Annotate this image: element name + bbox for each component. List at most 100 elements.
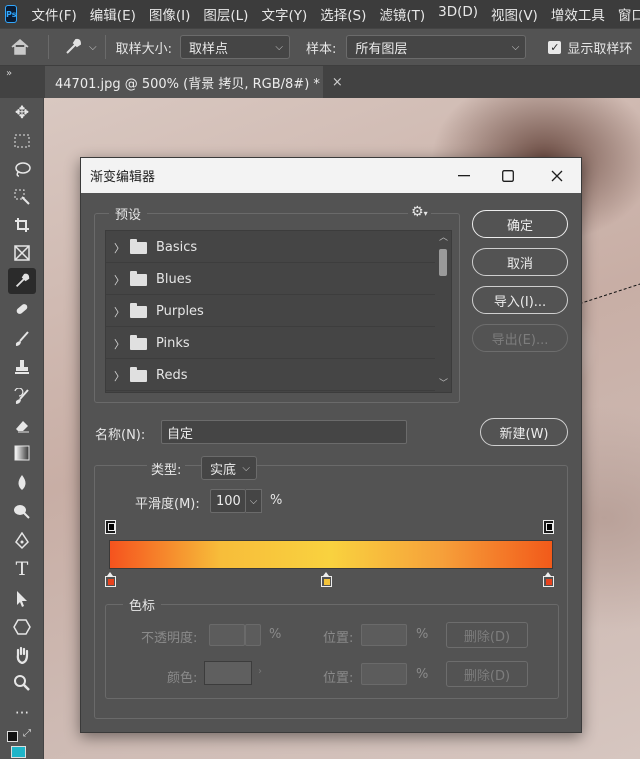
type-tool-icon[interactable]: T: [8, 556, 36, 582]
menu-select[interactable]: 选择(S): [320, 4, 366, 24]
delete-color-stop-button[interactable]: 删除(D): [446, 661, 528, 687]
options-bar: ⌵ 取样大小: 取样点 ⌵ 样本: 所有图层 ⌵ ✓ 显示取样环: [0, 28, 640, 66]
eraser-tool-icon[interactable]: [8, 412, 36, 438]
preset-folder-pinks[interactable]: 〉 Pinks: [106, 329, 436, 359]
eyedropper-tool-icon[interactable]: [8, 268, 36, 294]
stop-swatch: [105, 576, 116, 587]
menu-view[interactable]: 视图(V): [491, 4, 538, 24]
foreground-color-swatch[interactable]: [7, 731, 18, 742]
preset-folder-purples[interactable]: 〉 Purples: [106, 297, 436, 327]
close-tab-icon[interactable]: ×: [332, 75, 343, 90]
path-selection-tool-icon[interactable]: [8, 586, 36, 612]
sample-dropdown[interactable]: 所有图层 ⌵: [346, 35, 527, 59]
sample-size-dropdown[interactable]: 取样点 ⌵: [179, 35, 290, 59]
color-stop-left[interactable]: [105, 572, 116, 587]
preset-folder-label: Blues: [156, 272, 192, 287]
marquee-tool-icon[interactable]: [8, 128, 36, 154]
smoothness-input[interactable]: 100: [210, 489, 246, 513]
type-dropdown[interactable]: 实底 ⌵: [201, 456, 257, 480]
preset-scrollbar[interactable]: ︿ ﹀: [435, 231, 451, 392]
chevron-right-icon[interactable]: 〉: [114, 336, 126, 352]
hand-tool-icon[interactable]: [8, 642, 36, 668]
chevron-right-icon[interactable]: 〉: [114, 240, 126, 256]
opacity-stop-left[interactable]: [105, 520, 116, 534]
opacity-position-unit: %: [416, 627, 429, 642]
minimize-button[interactable]: [441, 158, 487, 193]
brush-tool-icon[interactable]: [8, 326, 36, 352]
move-tool-icon[interactable]: ✥: [8, 100, 36, 126]
scroll-up-icon[interactable]: ︿: [439, 231, 448, 243]
menu-file[interactable]: 文件(F): [31, 4, 76, 24]
menu-filter[interactable]: 滤镜(T): [379, 4, 425, 24]
close-button[interactable]: [534, 158, 580, 193]
quick-select-tool-icon[interactable]: [8, 184, 36, 210]
menu-items: 文件(F) 编辑(E) 图像(I) 图层(L) 文字(Y) 选择(S) 滤镜(T…: [31, 4, 640, 24]
preset-folder-basics[interactable]: 〉 Basics: [106, 233, 436, 263]
smoothness-dropdown[interactable]: ⌵: [246, 489, 262, 513]
crop-tool-icon[interactable]: [8, 212, 36, 238]
show-ring-checkbox[interactable]: ✓: [548, 40, 562, 54]
menu-edit[interactable]: 编辑(E): [90, 4, 136, 24]
eyedropper-preset-icon[interactable]: ⌵: [63, 37, 97, 57]
cancel-button[interactable]: 取消: [472, 248, 568, 276]
delete-opacity-stop-button[interactable]: 删除(D): [446, 622, 528, 648]
frame-tool-icon[interactable]: [8, 240, 36, 266]
scroll-thumb[interactable]: [439, 249, 447, 276]
sample-size-value: 取样点: [188, 41, 228, 57]
document-tab[interactable]: 44701.jpg @ 500% (背景 拷贝, RGB/8#) * ×: [45, 66, 343, 98]
chevron-right-icon[interactable]: 〉: [114, 272, 126, 288]
background-color-swatch[interactable]: [11, 746, 26, 758]
maximize-button[interactable]: [485, 158, 531, 193]
opacity-input[interactable]: [209, 624, 245, 646]
dialog-titlebar[interactable]: 渐变编辑器: [81, 158, 581, 193]
lasso-tool-icon[interactable]: [8, 156, 36, 182]
stop-swatch: [321, 576, 332, 587]
color-position-input[interactable]: [361, 663, 407, 685]
menu-window[interactable]: 窗口(W): [618, 4, 640, 24]
menu-plugins[interactable]: 增效工具: [551, 4, 605, 24]
preset-folder-label: Pinks: [156, 336, 190, 351]
home-icon[interactable]: [0, 28, 40, 66]
opacity-position-input[interactable]: [361, 624, 407, 646]
zoom-tool-icon[interactable]: [8, 670, 36, 696]
stop-color-fill: [545, 578, 552, 585]
healing-brush-tool-icon[interactable]: [8, 296, 36, 322]
blur-tool-icon[interactable]: [8, 470, 36, 496]
gradient-preview-bar[interactable]: [109, 540, 553, 569]
preset-folder-blues[interactable]: 〉 Blues: [106, 265, 436, 295]
menu-3d[interactable]: 3D(D): [438, 4, 478, 24]
name-input[interactable]: 自定: [161, 420, 407, 444]
photoshop-logo[interactable]: Ps: [5, 5, 18, 23]
chevron-right-icon[interactable]: 〉: [114, 368, 126, 384]
shape-tool-icon[interactable]: [8, 614, 36, 640]
gradient-tool-icon[interactable]: [8, 440, 36, 466]
color-stop-middle[interactable]: [321, 572, 332, 587]
menu-type[interactable]: 文字(Y): [261, 4, 307, 24]
divider: [104, 35, 106, 59]
presets-settings-icon[interactable]: ⚙▾: [408, 204, 431, 220]
ok-button[interactable]: 确定: [472, 210, 568, 238]
smoothness-value: 100: [216, 493, 241, 509]
menu-image[interactable]: 图像(I): [149, 4, 191, 24]
stop-color-swatch[interactable]: [204, 661, 252, 685]
opacity-dropdown[interactable]: [245, 624, 261, 646]
export-button[interactable]: 导出(E)...: [472, 324, 568, 352]
scroll-down-icon[interactable]: ﹀: [439, 376, 448, 389]
chevron-right-icon[interactable]: 〉: [114, 304, 126, 320]
opacity-stop-right[interactable]: [543, 520, 554, 534]
pen-tool-icon[interactable]: [8, 528, 36, 554]
clone-stamp-tool-icon[interactable]: [8, 354, 36, 380]
dodge-tool-icon[interactable]: [8, 498, 36, 524]
color-swatches[interactable]: ⤢: [6, 728, 36, 758]
more-tools-icon[interactable]: ···: [8, 700, 36, 726]
swap-colors-icon[interactable]: ⤢: [23, 728, 31, 739]
new-button[interactable]: 新建(W): [480, 418, 568, 446]
expand-panels-icon[interactable]: »: [6, 68, 12, 79]
history-brush-tool-icon[interactable]: [8, 384, 36, 410]
import-button[interactable]: 导入(I)...: [472, 286, 568, 314]
preset-folder-reds[interactable]: 〉 Reds: [106, 361, 436, 391]
color-stop-right[interactable]: [543, 572, 554, 587]
name-label: 名称(N):: [95, 428, 146, 443]
menu-layer[interactable]: 图层(L): [203, 4, 248, 24]
dialog-title: 渐变编辑器: [90, 170, 156, 185]
